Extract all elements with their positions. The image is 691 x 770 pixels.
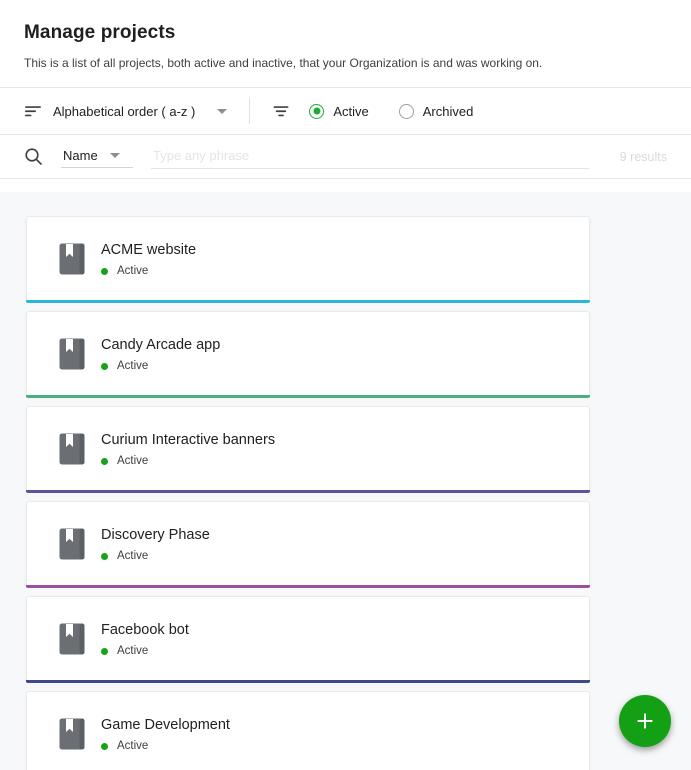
project-book-icon [59,243,85,275]
search-input[interactable] [151,144,589,169]
status-dot-icon [101,362,108,370]
project-accent-bar [26,490,590,493]
page-subtitle: This is a list of all projects, both act… [24,56,543,70]
project-name: Discovery Phase [101,527,210,543]
projects-list: ACME website Active Candy Arcade app Activ… [0,192,691,770]
filter-icon[interactable] [272,103,291,119]
status-filter-archived[interactable]: Archived [398,103,474,119]
project-book-icon [59,623,85,655]
search-row: Name 9 results [0,135,691,179]
results-count: 9 results [619,149,667,164]
project-name: Game Development [101,717,230,733]
project-book-icon [59,718,85,750]
project-card[interactable]: Candy Arcade app Active [26,311,590,398]
sort-order-label: Alphabetical order ( a-z ) [53,103,196,119]
project-card[interactable]: Game Development Active [26,691,590,770]
manage-projects-page: Manage projects This is a list of all pr… [0,0,691,770]
project-card-body: Candy Arcade app Active [101,335,220,372]
project-book-icon [59,433,85,465]
status-dot-icon [101,742,108,750]
project-status: Active [117,360,149,372]
chevron-down-icon[interactable] [109,152,120,158]
radio-active-icon[interactable] [309,103,325,119]
project-status: Active [117,550,149,562]
status-badge: Active [101,550,210,562]
page-title: Manage projects [24,22,176,43]
status-filter-archived-label: Archived [422,103,474,119]
radio-archived-icon[interactable] [398,103,414,119]
sort-order-dropdown[interactable]: Alphabetical order ( a-z ) [24,103,228,119]
status-badge: Active [101,645,189,657]
project-name: Facebook bot [101,622,189,638]
project-book-icon [59,528,85,560]
add-project-fab[interactable] [619,695,671,747]
status-badge: Active [101,265,196,277]
search-field-dropdown[interactable]: Name [61,146,133,168]
project-card-body: Facebook bot Active [101,620,189,657]
project-card-body: Game Development Active [101,715,230,752]
project-status: Active [117,645,149,657]
sort-descending-icon [24,103,43,119]
project-status: Active [117,740,149,752]
status-badge: Active [101,455,275,467]
search-field-label: Name [63,147,98,163]
status-badge: Active [101,360,220,372]
plus-icon [634,710,656,732]
project-card[interactable]: ACME website Active [26,216,590,303]
project-status: Active [117,265,149,277]
chevron-down-icon[interactable] [217,108,228,114]
status-badge: Active [101,740,230,752]
search-icon[interactable] [24,147,43,166]
project-card-body: ACME website Active [101,240,196,277]
status-filter-active-label: Active [333,103,369,119]
project-name: Candy Arcade app [101,337,221,353]
project-name: ACME website [101,242,197,258]
project-card[interactable]: Discovery Phase Active [26,501,590,588]
page-header: Manage projects This is a list of all pr… [0,0,691,87]
status-dot-icon [101,552,108,560]
project-status: Active [117,455,149,467]
project-book-icon [59,338,85,370]
status-filter-active[interactable]: Active [309,103,369,119]
project-card[interactable]: Facebook bot Active [26,596,590,683]
project-card-body: Discovery Phase Active [101,525,210,562]
status-dot-icon [101,457,108,465]
project-card-body: Curium Interactive banners Active [101,430,275,467]
project-accent-bar [26,680,590,683]
project-accent-bar [26,300,590,303]
project-accent-bar [26,585,590,588]
project-accent-bar [26,395,590,398]
status-dot-icon [101,647,108,655]
status-filter-group: Active Archived [309,103,474,119]
toolbar-divider [249,98,251,124]
toolbar: Alphabetical order ( a-z ) Active Archiv… [0,87,691,135]
project-name: Curium Interactive banners [101,432,276,448]
status-dot-icon [101,267,108,275]
project-card[interactable]: Curium Interactive banners Active [26,406,590,493]
